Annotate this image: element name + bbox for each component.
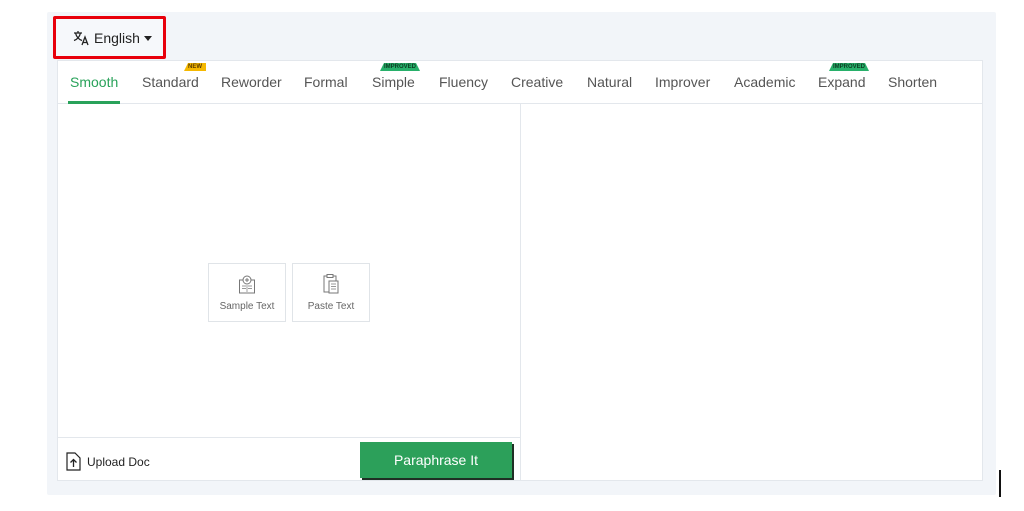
language-selector-button[interactable]: English [53,16,166,59]
text-cursor [999,470,1001,497]
mode-tabs: Smooth Standard NEW Reworder Formal Simp… [58,61,982,104]
tab-label: Creative [511,74,564,90]
tab-label: Smooth [70,74,119,90]
tab-label: Improver [655,74,711,90]
sample-text-button[interactable]: Sample Text [208,263,286,322]
tab-label: Formal [304,74,348,90]
sample-text-icon [239,275,255,294]
tab-fluency[interactable]: Fluency [439,61,488,103]
sample-text-label: Sample Text [219,301,275,312]
language-label: English [94,29,140,46]
chevron-down-icon [143,36,152,41]
tab-formal[interactable]: Formal [304,61,348,103]
clipboard-icon [323,274,339,294]
paraphrase-button[interactable]: Paraphrase It [360,442,512,478]
tab-improver[interactable]: Improver [655,61,710,103]
input-bottom-bar: Upload Doc Paraphrase It [58,437,520,481]
upload-doc-label: Upload Doc [87,454,150,469]
upload-doc-button[interactable]: Upload Doc [64,452,150,471]
tab-label: Expand [818,74,866,90]
tab-label: Standard [142,74,199,90]
paraphraser-panel: Smooth Standard NEW Reworder Formal Simp… [57,60,983,481]
tab-academic[interactable]: Academic [734,61,795,103]
tab-label: Academic [734,74,796,90]
upload-icon [66,452,81,471]
panel-divider [520,104,521,481]
tab-label: Reworder [221,74,282,90]
tab-label: Fluency [439,74,489,90]
tab-reworder[interactable]: Reworder [221,61,282,103]
paste-text-button[interactable]: Paste Text [292,263,370,322]
tab-shorten[interactable]: Shorten [888,61,937,103]
tab-smooth[interactable]: Smooth [67,61,121,104]
tab-creative[interactable]: Creative [511,61,563,103]
tab-label: Shorten [888,74,938,90]
improved-badge: IMPROVED [380,63,420,71]
improved-badge: IMPROVED [829,63,869,71]
tab-label: Natural [587,74,633,90]
tab-natural[interactable]: Natural [587,61,632,103]
tab-label: Simple [372,74,415,90]
paste-text-label: Paste Text [307,301,355,312]
translate-icon [73,30,89,45]
